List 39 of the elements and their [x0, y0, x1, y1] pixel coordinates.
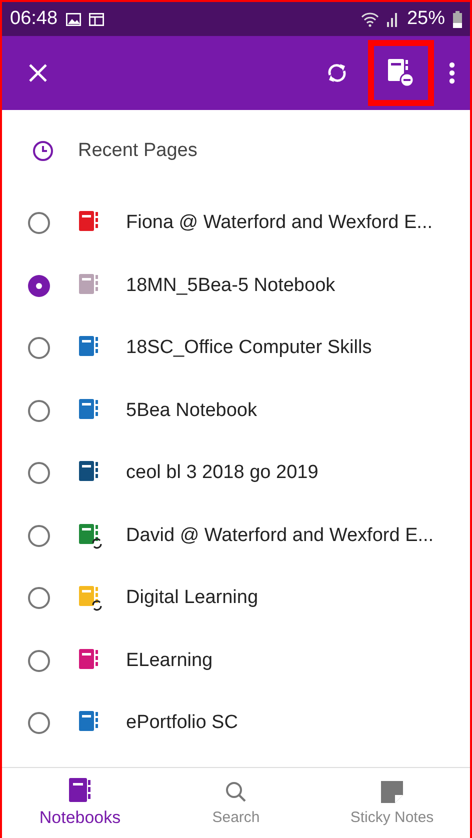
radio-button[interactable] [28, 524, 50, 547]
wifi-icon [360, 12, 379, 26]
clock: 06:48 [10, 8, 58, 30]
sticky-note-icon [381, 780, 403, 802]
notebook-name[interactable]: David @ Waterford and Wexford E... [126, 524, 434, 547]
notebook-name[interactable]: 18SC_Office Computer Skills [126, 337, 372, 360]
image-icon [66, 12, 81, 26]
radio-button[interactable] [28, 337, 50, 360]
notebook-name[interactable]: Fiona @ Waterford and Wexford E... [126, 212, 433, 234]
radio-button[interactable] [28, 587, 50, 610]
notebook-sync-icon [78, 585, 104, 612]
battery-icon [453, 10, 462, 28]
notebook-name[interactable]: ELearning [126, 650, 213, 672]
notebook-icon [69, 778, 91, 802]
recent-pages-link[interactable]: Recent Pages [78, 140, 198, 162]
nav-tab[interactable]: Notebooks [2, 768, 158, 838]
nav-tab[interactable]: Search [158, 768, 314, 838]
radio-button[interactable] [28, 274, 50, 297]
battery-level: 25% [406, 8, 445, 30]
radio-button[interactable] [28, 462, 50, 484]
notebook-name[interactable]: Digital Learning [126, 587, 258, 610]
calendar-icon [88, 12, 104, 26]
notebook-name[interactable]: 5Bea Notebook [126, 400, 257, 422]
notebook-sync-icon [78, 522, 104, 549]
remove-notebook-button[interactable] [388, 59, 414, 87]
radio-button[interactable] [28, 650, 50, 672]
radio-button[interactable] [28, 712, 50, 734]
radio-button[interactable] [28, 212, 50, 234]
close-button[interactable] [28, 63, 48, 83]
notebook-name[interactable]: ePortfolio SC [126, 712, 238, 734]
nav-tab[interactable]: Sticky Notes [314, 768, 470, 838]
signal-icon [386, 12, 399, 26]
radio-button[interactable] [28, 400, 50, 422]
more-options-button[interactable] [448, 61, 456, 85]
notebook-name[interactable]: 18MN_5Bea-5 Notebook [126, 274, 336, 297]
search-icon [225, 780, 247, 802]
notebook-name[interactable]: ceol bl 3 2018 go 2019 [126, 462, 318, 484]
sync-button[interactable] [326, 61, 348, 85]
clock-icon [32, 140, 54, 162]
